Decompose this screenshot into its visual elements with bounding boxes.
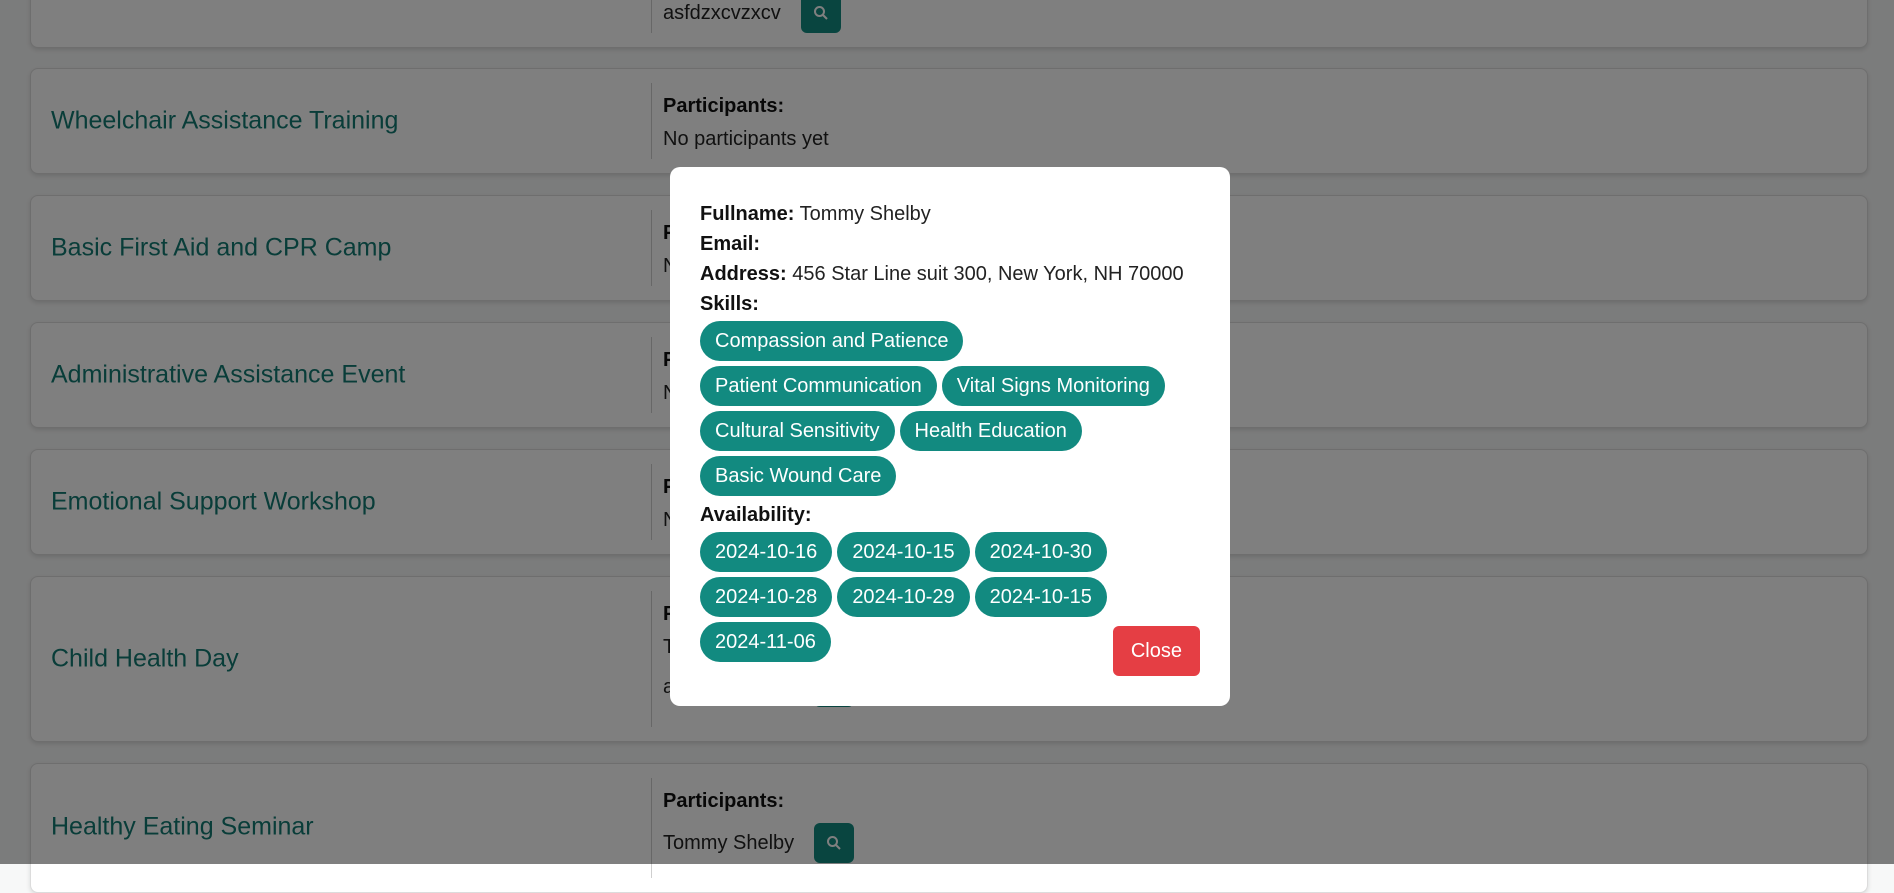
fullname-value: Tommy Shelby xyxy=(799,203,931,225)
email-label: Email: xyxy=(700,233,761,255)
skills-list: Compassion and Patience Patient Communic… xyxy=(700,321,1200,496)
availability-badge: 2024-10-28 xyxy=(700,577,833,617)
availability-list: 2024-10-16 2024-10-15 2024-10-30 2024-10… xyxy=(700,532,1120,662)
availability-label: Availability: xyxy=(700,504,812,526)
availability-badge: 2024-10-30 xyxy=(974,532,1107,572)
skill-badge: Vital Signs Monitoring xyxy=(941,366,1165,406)
skills-label: Skills: xyxy=(700,293,759,315)
skill-badge: Health Education xyxy=(899,411,1082,451)
skill-badge: Basic Wound Care xyxy=(700,456,897,496)
close-button[interactable]: Close xyxy=(1112,626,1200,676)
address-row: Address: 456 Star Line suit 300, New Yor… xyxy=(700,259,1200,289)
fullname-row: Fullname: Tommy Shelby xyxy=(700,199,1200,229)
availability-badge: 2024-10-15 xyxy=(974,577,1107,617)
email-row: Email: xyxy=(700,229,1200,259)
participant-details-modal: Fullname: Tommy Shelby Email: Address: 4… xyxy=(670,167,1230,706)
fullname-label: Fullname: xyxy=(700,203,795,225)
availability-badge: 2024-10-15 xyxy=(837,532,970,572)
skill-badge: Cultural Sensitivity xyxy=(700,411,895,451)
address-value: 456 Star Line suit 300, New York, NH 700… xyxy=(792,263,1184,285)
skill-badge: Patient Communication xyxy=(700,366,937,406)
availability-badge: 2024-10-29 xyxy=(837,577,970,617)
address-label: Address: xyxy=(700,263,787,285)
availability-badge: 2024-10-16 xyxy=(700,532,833,572)
availability-badge: 2024-11-06 xyxy=(700,622,831,662)
skill-badge: Compassion and Patience xyxy=(700,321,964,361)
